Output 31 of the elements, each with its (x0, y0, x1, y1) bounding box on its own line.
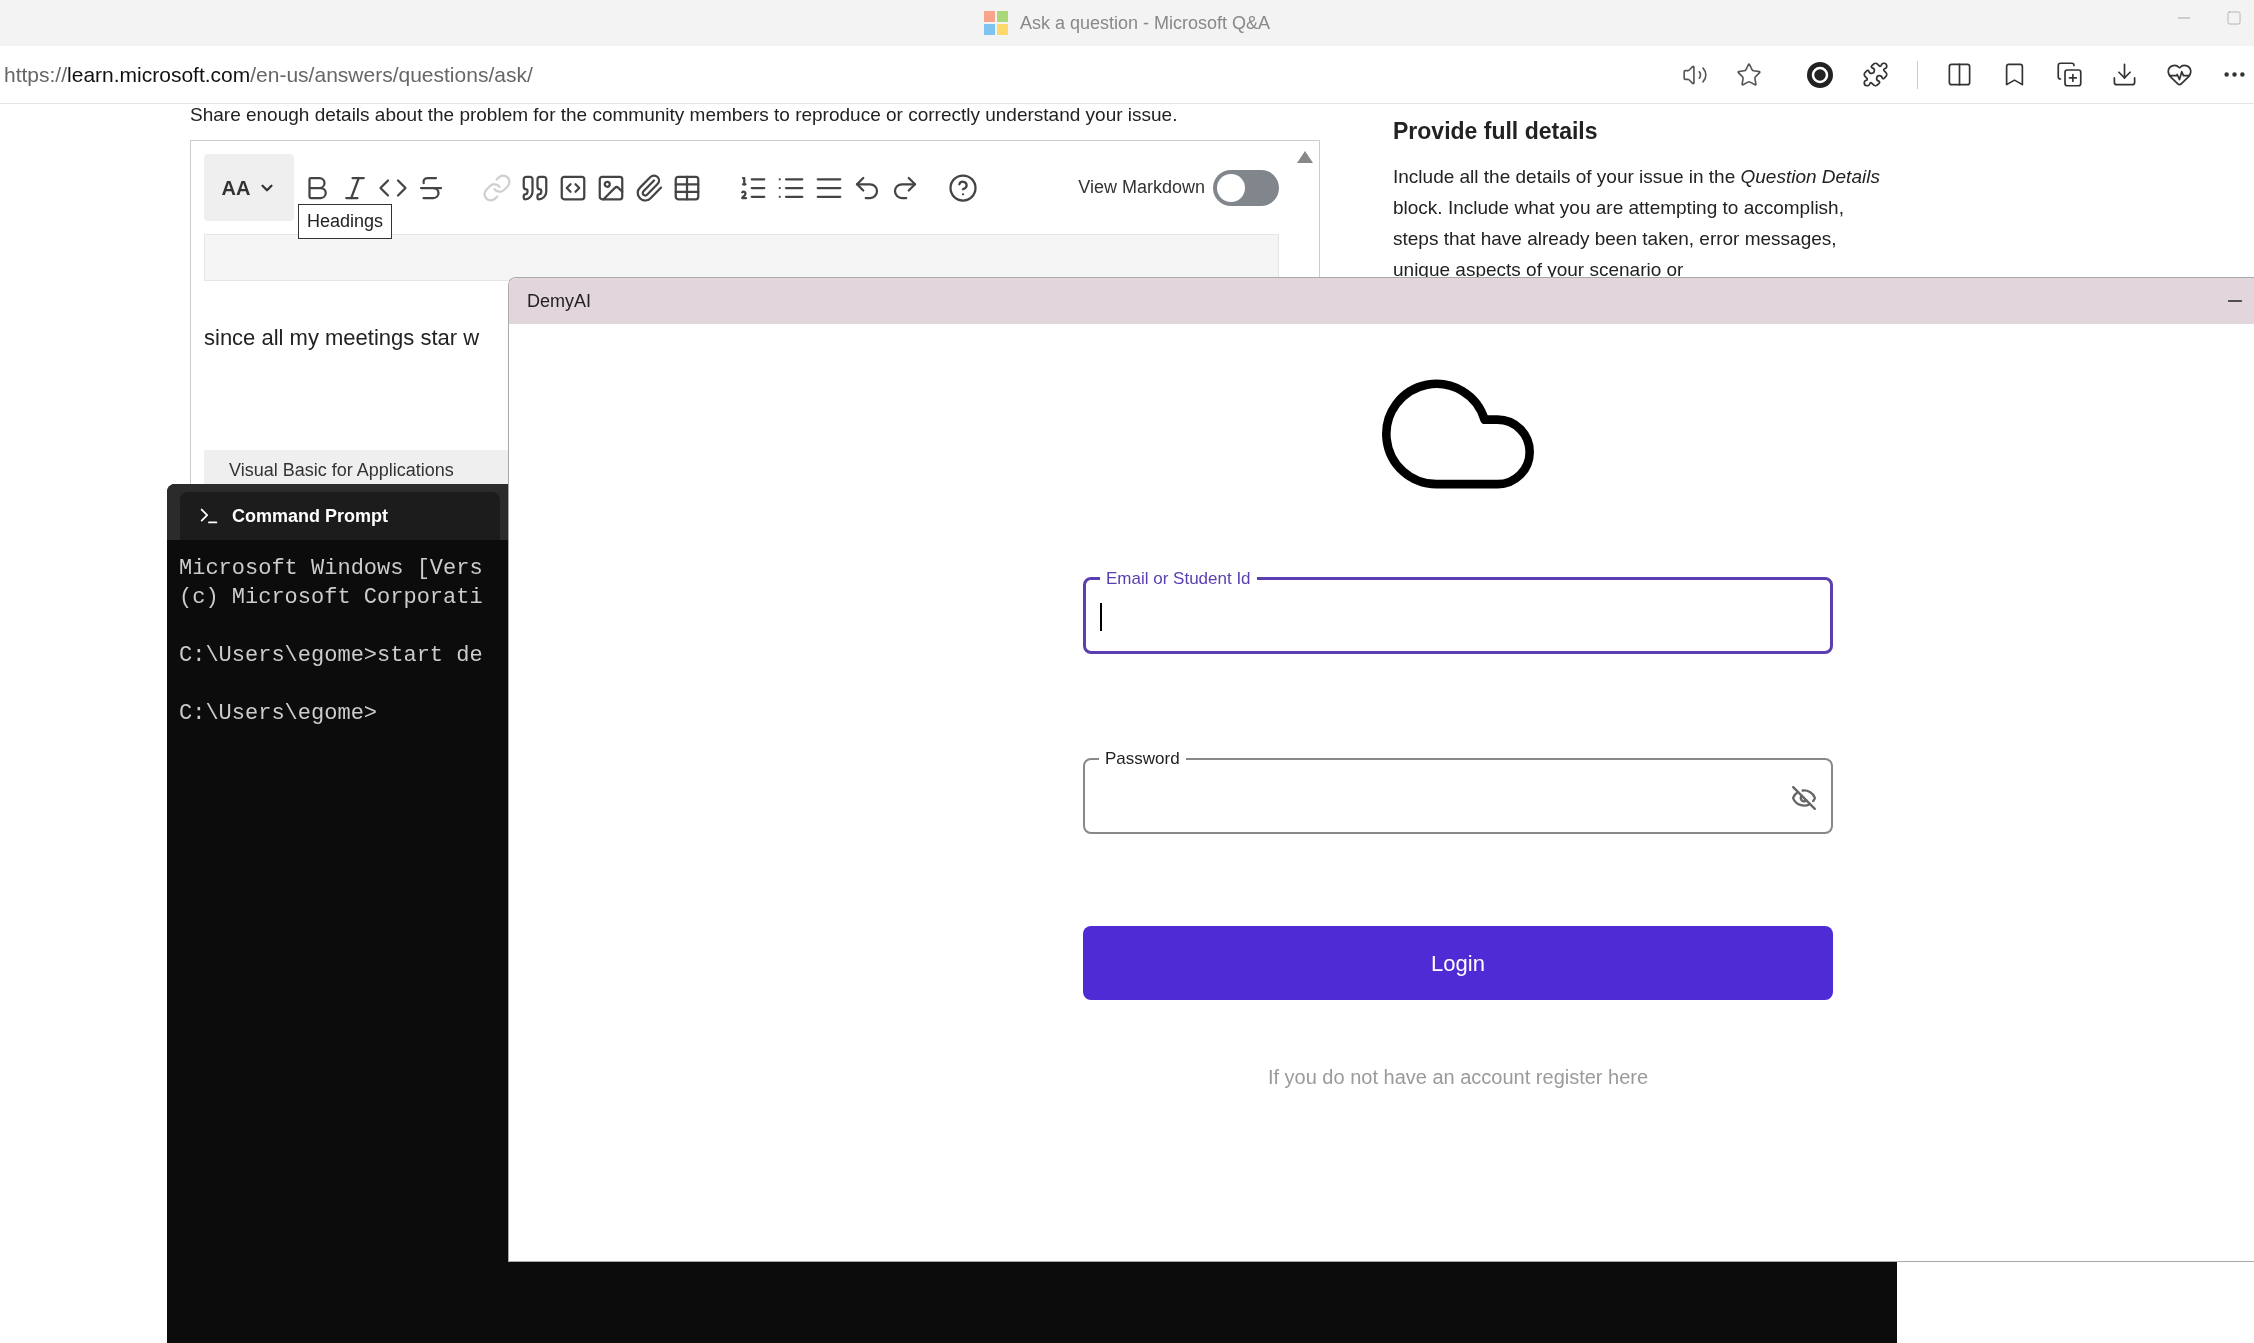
window-title: Ask a question - Microsoft Q&A (1019, 11, 1271, 35)
headings-dropdown[interactable]: AA (204, 154, 294, 221)
collections-icon[interactable] (2056, 61, 2083, 88)
terminal-line: Microsoft Windows [Vers (179, 555, 483, 583)
tab-title: Command Prompt (232, 504, 388, 528)
split-screen-icon[interactable] (1946, 61, 1973, 88)
instruction-text: Share enough details about the problem for the community members to reproduce or correctly understand your issue. (190, 104, 1179, 126)
paperclip-icon[interactable] (634, 172, 664, 203)
favorite-star-icon[interactable] (1736, 61, 1762, 88)
sidebar-heading: Provide full details (1393, 117, 1599, 146)
terminal-line: C:\Users\egome>start de (179, 642, 483, 670)
download-icon[interactable] (2111, 61, 2138, 88)
tag-label: Visual Basic for Applications (229, 458, 454, 482)
terminal-line: C:\Users\egome> (179, 700, 378, 728)
scroll-up-icon[interactable] (1297, 151, 1313, 163)
help-icon[interactable] (948, 172, 978, 203)
extensions-icon[interactable] (1862, 61, 1889, 88)
window-logo-icon (983, 11, 1008, 35)
markdown-toggle[interactable] (1213, 169, 1279, 206)
extension-circle-icon[interactable] (1806, 60, 1834, 89)
sidebar-paragraph: Include all the details of your issue in the Question Details block. Include what you are attempting to accomplish, steps that have already been taken, error messages, unique aspects of your scenario or (1393, 164, 1881, 282)
login-button[interactable]: Login (1083, 926, 1833, 1000)
terminal-tab[interactable]: Command Prompt (180, 492, 500, 540)
eye-off-icon[interactable] (1791, 784, 1817, 811)
editor-body-text: since all my meetings star w (204, 324, 481, 352)
view-markdown-label: View Markdown (1078, 176, 1205, 199)
terminal-line: (c) Microsoft Corporati (179, 584, 483, 612)
headings-tooltip: Headings (298, 204, 393, 239)
address-field[interactable]: https://learn.microsoft.com/en-us/answers/questions/ask/ (0, 58, 1682, 91)
login-window-title: DemyAI (527, 289, 592, 313)
text-cursor (1100, 602, 1102, 631)
